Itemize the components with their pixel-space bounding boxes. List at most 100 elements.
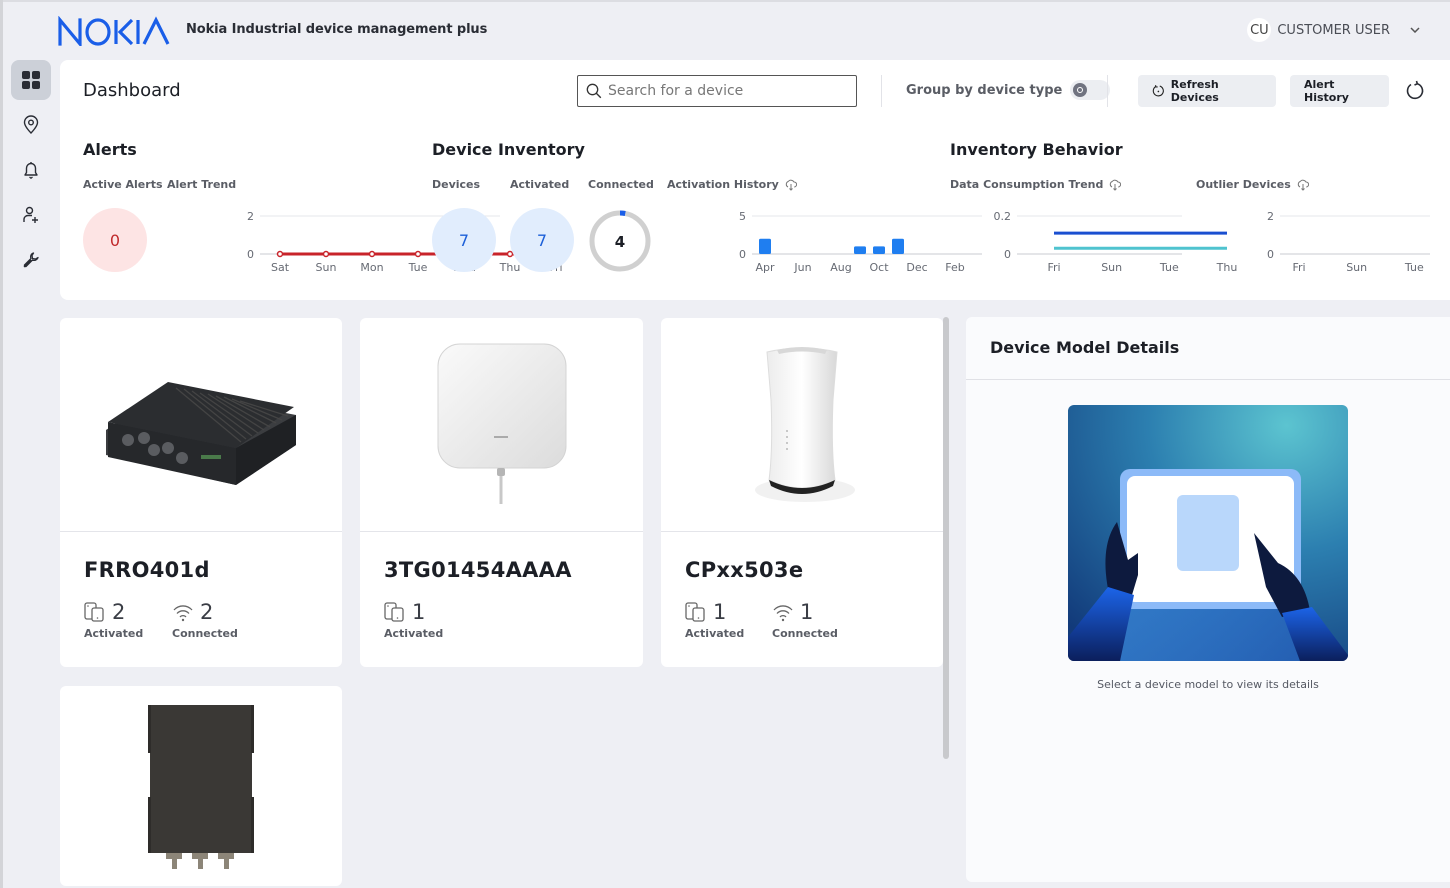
connected-count: 2	[200, 600, 214, 624]
toggle-switch[interactable]	[1070, 80, 1111, 100]
download-icon[interactable]	[1297, 179, 1309, 191]
wifi-icon	[773, 605, 793, 622]
devices-icon	[384, 602, 404, 622]
alert-history-label: Alert History	[1304, 78, 1349, 104]
activation-bar	[873, 246, 885, 254]
activated-count: 2	[112, 600, 126, 624]
page-title: Dashboard	[83, 80, 181, 101]
x-tick-label: Sat	[271, 261, 290, 274]
y-tick-label: 0	[247, 248, 254, 261]
refresh-devices-label: Refresh Devices	[1170, 78, 1219, 104]
user-menu[interactable]: CU CUSTOMER USER	[1247, 18, 1420, 42]
refresh-icon	[1152, 85, 1164, 97]
rugged-router-image	[106, 381, 296, 485]
group-by-label: Group by device type	[906, 82, 1063, 98]
download-icon[interactable]	[1109, 179, 1122, 191]
connected-label: Connected	[772, 627, 838, 640]
sidebar	[3, 58, 58, 285]
x-tick-label: Tue	[408, 261, 428, 274]
search-icon	[586, 83, 602, 99]
device-model-name: 3TG01454AAAA	[384, 558, 572, 582]
sidebar-item-users[interactable]	[11, 195, 51, 235]
device-model-name: CPxx503e	[685, 558, 804, 582]
x-tick-label: Tue	[1159, 261, 1179, 274]
connected-stat: 1 Connected	[772, 600, 838, 640]
data-consumption-title: Data Consumption Trend	[950, 178, 1104, 191]
y-tick-label: 0	[739, 248, 746, 261]
activated-count: 1	[412, 600, 426, 624]
data-consumption-chart: 0.20Fri Sun Tue Thu	[994, 210, 1238, 274]
y-tick-label: 2	[247, 210, 254, 223]
y-tick-label: 5	[739, 210, 746, 223]
x-tick-label: Aug	[830, 261, 851, 274]
donut-center-label: 4	[615, 233, 625, 251]
x-tick-label: Apr	[755, 261, 775, 274]
y-tick-label: 2	[1267, 210, 1274, 223]
connected-count: 1	[800, 600, 814, 624]
activation-bar	[759, 238, 771, 254]
bell-icon	[24, 162, 38, 180]
outlier-devices-chart: 20FriSunTueThu	[1267, 210, 1430, 274]
details-hint: Select a device model to view its detail…	[1097, 678, 1319, 691]
x-tick-label: Jun	[793, 261, 811, 274]
download-icon[interactable]	[785, 179, 797, 191]
x-tick-label: Fri	[1047, 261, 1060, 274]
device-card[interactable]: FRRO401d 2 Activated 2 Connected	[60, 318, 342, 667]
activation-bar	[854, 246, 866, 254]
sidebar-item-settings[interactable]	[11, 240, 51, 280]
y-tick-label: 0.2	[994, 210, 1012, 223]
device-card[interactable]	[60, 686, 342, 886]
activated-label: Activated	[510, 178, 570, 191]
tower-router-image	[755, 346, 855, 502]
map-pin-icon	[23, 115, 39, 134]
activation-history-label: Activation History	[667, 178, 797, 191]
x-tick-label: Oct	[869, 261, 889, 274]
activated-label: Activated	[685, 627, 745, 640]
x-tick-label: Thu	[499, 261, 521, 274]
device-card[interactable]: CPxx503e 1 Activated 1 Connected	[661, 318, 943, 667]
device-card[interactable]: 3TG01454AAAA 1 Activated	[360, 318, 643, 667]
x-tick-label: Mon	[360, 261, 383, 274]
dashboard-summary-card: Dashboard Group by device type Refresh D…	[60, 60, 1450, 300]
wifi-icon	[173, 605, 193, 622]
devices-icon	[84, 602, 104, 622]
alert-trend-point	[276, 250, 284, 258]
device-search[interactable]	[577, 75, 857, 107]
chevron-down-icon	[1410, 25, 1420, 36]
activated-label: Activated	[384, 627, 444, 640]
y-tick-label: 0	[1004, 248, 1011, 261]
search-input[interactable]	[608, 83, 848, 99]
divider	[881, 75, 882, 107]
reload-icon[interactable]	[1404, 80, 1426, 102]
alert-history-button[interactable]: Alert History	[1290, 75, 1389, 107]
activation-bar	[892, 238, 904, 254]
toggle-knob	[1073, 83, 1088, 97]
devices-count[interactable]: 7	[432, 208, 496, 272]
outlier-devices-label: Outlier Devices	[1196, 178, 1309, 191]
user-name: CUSTOMER USER	[1277, 22, 1390, 38]
activated-stat: 2 Activated	[84, 600, 143, 640]
sidebar-item-alerts[interactable]	[11, 150, 51, 190]
sidebar-item-dashboard[interactable]	[11, 60, 51, 100]
active-alerts-count[interactable]: 0	[83, 208, 147, 272]
alert-trend-label: Alert Trend	[167, 178, 237, 191]
device-list-scrollbar[interactable]	[943, 317, 949, 759]
activated-label: Activated	[84, 627, 144, 640]
inventory-behavior-title: Inventory Behavior	[950, 140, 1123, 159]
wrench-icon	[23, 252, 39, 268]
data-consumption-label: Data Consumption Trend	[950, 178, 1122, 191]
x-tick-label: Sun	[1101, 261, 1122, 274]
activated-count[interactable]: 7	[510, 208, 574, 272]
connected-donut-chart[interactable]: 4	[587, 208, 653, 274]
active-alerts-label: Active Alerts	[83, 178, 163, 191]
nokia-logo[interactable]: NOKIA	[58, 16, 170, 46]
group-by-toggle[interactable]: Group by device type	[906, 80, 1111, 100]
activation-history-chart: 50Apr Jun Aug Oct Dec Feb	[739, 210, 982, 274]
sidebar-item-locations[interactable]	[11, 105, 51, 145]
outlier-devices-title: Outlier Devices	[1196, 178, 1291, 191]
connected-label: Connected	[172, 627, 238, 640]
x-tick-label: Sun	[316, 261, 337, 274]
y-tick-label: 0	[1267, 248, 1274, 261]
refresh-devices-button[interactable]: Refresh Devices	[1138, 75, 1276, 107]
x-tick-label: Tue	[1404, 261, 1424, 274]
